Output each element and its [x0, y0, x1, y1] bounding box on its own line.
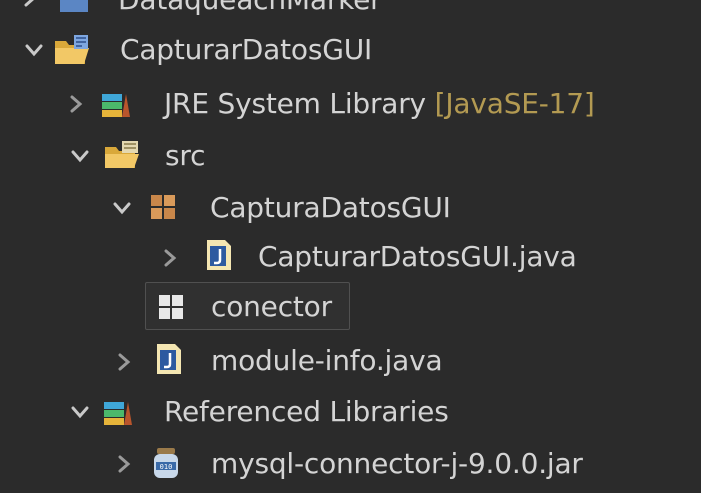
- tree-item-java-file[interactable]: CapturarDatosGUI.java: [0, 232, 701, 282]
- jar-icon: 010: [150, 446, 182, 480]
- tree-item-conector[interactable]: conector: [0, 282, 701, 332]
- tree-item-package[interactable]: CapturaDatosGUI: [0, 182, 701, 232]
- tree-item-label: conector: [211, 290, 332, 323]
- tree-item-label: mysql-connector-j-9.0.0.jar: [211, 447, 583, 480]
- tree-item-label: CapturarDatosGUI: [120, 33, 373, 66]
- tree-item-label: JRE System Library [JavaSE-17]: [164, 90, 595, 118]
- chevron-down-icon[interactable]: [110, 196, 134, 220]
- chevron-down-icon[interactable]: [68, 400, 92, 424]
- java-file-icon: [205, 238, 233, 272]
- tree-item-label: DataqueachMarker: [118, 0, 382, 14]
- tree-item-src[interactable]: src: [0, 130, 701, 180]
- tree-item-jar[interactable]: 010 mysql-connector-j-9.0.0.jar: [0, 438, 701, 488]
- tree-item-label: CapturaDatosGUI: [210, 191, 451, 224]
- chevron-right-icon[interactable]: [112, 452, 136, 476]
- tree-item-label: CapturarDatosGUI.java: [258, 240, 577, 273]
- chevron-right-icon[interactable]: [158, 246, 182, 270]
- tree-item-label: module-info.java: [211, 344, 443, 377]
- chevron-right-icon[interactable]: [64, 92, 88, 116]
- tree-item-jre-library[interactable]: JRE System Library [JavaSE-17]: [0, 78, 701, 128]
- svg-text:010: 010: [160, 463, 173, 471]
- empty-package-icon: [158, 294, 184, 320]
- tree-item-label: src: [165, 139, 206, 172]
- tree-item-project[interactable]: CapturarDatosGUI: [0, 24, 701, 74]
- jre-version-decorator: [JavaSE-17]: [434, 87, 595, 120]
- library-icon: [100, 88, 134, 120]
- package-icon: [150, 194, 176, 220]
- chevron-down-icon[interactable]: [68, 144, 92, 168]
- project-explorer-tree: DataqueachMarker CapturarDatosGUI: [0, 0, 701, 493]
- tree-item-top-partial[interactable]: DataqueachMarker: [0, 0, 701, 22]
- chevron-down-icon[interactable]: [22, 38, 46, 62]
- project-folder-icon: [58, 0, 88, 14]
- tree-item-referenced-libraries[interactable]: Referenced Libraries: [0, 386, 701, 436]
- java-file-icon: [155, 342, 183, 376]
- jre-library-name: JRE System Library: [164, 87, 426, 120]
- tree-item-label: Referenced Libraries: [164, 395, 449, 428]
- project-folder-icon: [52, 32, 92, 68]
- tree-item-module-info[interactable]: module-info.java: [0, 336, 701, 386]
- chevron-right-icon[interactable]: [18, 0, 42, 10]
- library-icon: [102, 396, 136, 428]
- source-folder-icon: [102, 138, 142, 172]
- chevron-right-icon[interactable]: [112, 350, 136, 374]
